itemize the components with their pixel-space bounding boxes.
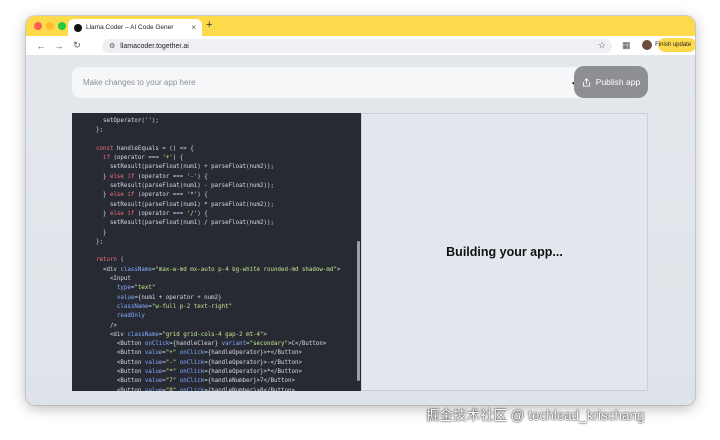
prompt-placeholder: Make changes to your app here [83,78,196,87]
browser-toolbar: ← → ↻ ⚙ llamacoder.together.ai ☆ ▦ Finis… [26,36,695,55]
code-line: <Button onClick={handleClear} variant="s… [89,341,327,348]
tab-title: Llama Coder – AI Code Gener [86,24,174,31]
code-line: readOnly [116,313,145,320]
url-text: llamacoder.together.ai [120,42,189,50]
back-arrow-icon[interactable]: ← [34,41,48,51]
code-line: const handleEquals = () => { [95,145,194,152]
app-content: Make changes to your app here ••• Publis… [26,55,695,405]
code-line: } [89,229,107,236]
forward-arrow-icon[interactable]: → [52,41,66,51]
building-status: Building your app... [446,245,563,259]
code-line: setResult(parseFloat(num1) / parseFloat(… [89,220,274,227]
maximize-window-button[interactable] [58,22,66,30]
code-line: setResult(parseFloat(num1) + parseFloat(… [89,164,274,171]
code-line: <Input [89,276,131,283]
finish-update-label: Finish update [655,42,692,48]
profile-avatar[interactable] [642,40,652,50]
code-line: return ( [95,257,124,264]
reload-icon[interactable]: ↻ [70,40,84,51]
code-line: <div className="max-w-md mx-auto p-4 bg-… [89,266,341,273]
publish-app-button[interactable]: Publish app [574,66,648,98]
code-line: }; [89,127,103,134]
code-line: <Button value="8" onClick={handleNumber}… [89,387,295,391]
site-info-icon[interactable]: ⚙ [109,42,115,50]
browser-tab-llama-coder[interactable]: Llama Coder – AI Code Gener × [68,19,202,36]
code-line: setResult(parseFloat(num1) - parseFloat(… [89,183,274,190]
share-upload-icon [582,77,590,87]
browser-window: Llama Coder – AI Code Gener × + ← → ↻ ⚙ … [26,16,695,405]
code-line: }; [89,238,103,245]
finish-update-button[interactable]: Finish update ⋮ [655,38,695,52]
code-line: /> [89,322,117,329]
code-line: setOperator(''); [89,118,159,124]
prompt-input[interactable]: Make changes to your app here ••• [72,67,594,98]
more-vertical-icon: ⋮ [693,42,695,49]
code-line: <Button value="*" onClick={handleOperato… [89,369,302,376]
code-line: } else if (operator === '/') { [89,210,208,217]
code-scrollbar[interactable] [357,241,360,381]
code-line: <Button value="+" onClick={handleOperato… [89,350,302,357]
code-line: } else if (operator === '*') { [89,192,208,199]
watermark: 掘金技术社区 @ techlead_krischang [426,408,645,423]
code-line: if (operator === '+') { [102,155,184,162]
code-line: } else if (operator === '-') { [89,173,208,180]
minimize-window-button[interactable] [46,22,54,30]
code-line: className="w-full p-2 text-right" [116,303,233,310]
new-tab-button[interactable]: + [206,19,212,31]
code-line: <div className="grid grid-cols-4 gap-2 m… [89,331,268,338]
tab-favicon-icon [74,23,82,32]
code-line: setResult(parseFloat(num1) * parseFloat(… [89,201,274,208]
tab-close-icon[interactable]: × [191,23,196,32]
code-line: type="text" [116,285,156,292]
code-line: <Button value="7" onClick={handleNumber}… [89,378,295,385]
code-line: <Button value="-" onClick={handleOperato… [89,359,302,366]
tab-strip: Llama Coder – AI Code Gener × + [26,16,695,36]
code-editor[interactable]: setOperator(''); }; const handleEquals =… [72,113,361,391]
app-preview: Building your app... [361,113,648,391]
publish-label: Publish app [595,77,641,87]
extensions-puzzle-icon[interactable]: ▦ [622,40,631,51]
close-window-button[interactable] [34,22,42,30]
window-controls [34,22,66,30]
code-line: value={num1 + operator + num2} [116,294,222,301]
bookmark-star-icon[interactable]: ☆ [598,40,606,51]
address-bar[interactable]: ⚙ llamacoder.together.ai ☆ [102,39,612,53]
